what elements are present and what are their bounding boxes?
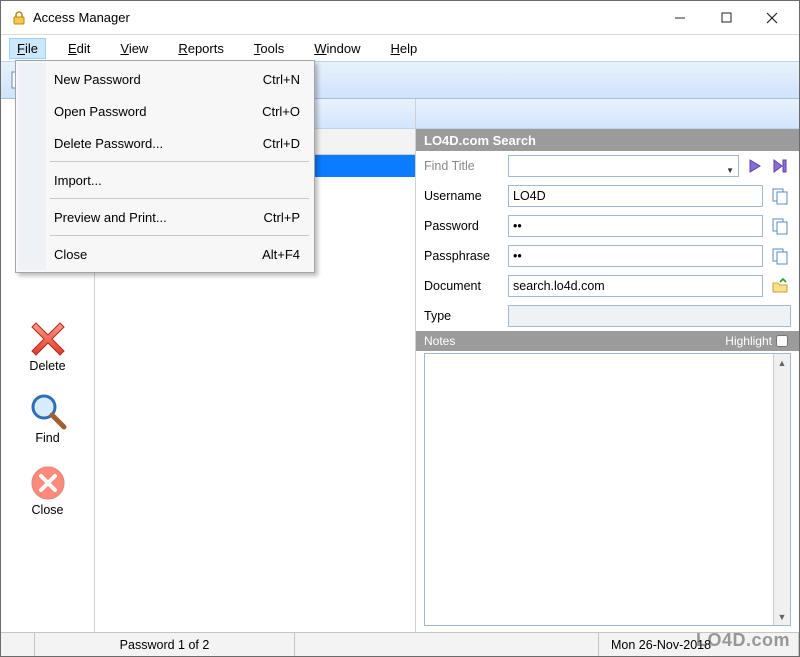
password-field[interactable]: •• [508,215,763,237]
detail-panel: LO4D.com Search Find Title ▼ Username LO… [415,99,799,632]
menu-edit[interactable]: Edit [60,38,98,59]
window-title: Access Manager [33,10,657,25]
document-field[interactable]: search.lo4d.com [508,275,763,297]
menubar: File Edit View Reports Tools Window Help [1,35,799,61]
notes-label: Notes [424,334,455,348]
menu-help[interactable]: Help [382,38,425,59]
folder-open-icon [771,277,789,295]
open-document-button[interactable] [769,275,791,297]
file-menu-preview-print[interactable]: Preview and Print... Ctrl+P [18,201,312,233]
close-label: Close [32,503,64,517]
passphrase-field[interactable]: •• [508,245,763,267]
username-field[interactable]: LO4D [508,185,763,207]
delete-label: Delete [29,359,65,373]
copy-icon [771,217,789,235]
scroll-down-icon[interactable]: ▼ [774,608,790,625]
notes-textarea[interactable]: ▲ ▼ [424,353,791,626]
menu-file[interactable]: File [9,38,46,59]
highlight-label: Highlight [725,334,772,348]
minimize-button[interactable] [657,4,703,32]
menu-reports[interactable]: Reports [170,38,232,59]
combo-caret-icon: ▼ [726,161,734,181]
scroll-up-icon[interactable]: ▲ [774,354,790,371]
copy-passphrase-button[interactable] [769,245,791,267]
find-button[interactable]: Find [8,391,88,445]
app-lock-icon [11,10,27,26]
find-title-combo[interactable]: ▼ [508,155,739,177]
copy-username-button[interactable] [769,185,791,207]
highlight-checkbox[interactable] [776,335,788,347]
delete-x-icon [28,319,68,359]
type-field[interactable] [508,305,791,327]
status-count: Password 1 of 2 [35,633,295,656]
statusbar: Password 1 of 2 Mon 26-Nov-2018 [1,632,799,656]
password-label: Password [424,219,502,233]
delete-button[interactable]: Delete [8,319,88,373]
panel-title: LO4D.com Search [416,129,799,151]
file-menu-dropdown: New Password Ctrl+N Open Password Ctrl+O… [15,60,315,273]
play-end-button[interactable] [771,156,791,176]
find-label: Find [35,431,59,445]
copy-password-button[interactable] [769,215,791,237]
notes-scrollbar[interactable]: ▲ ▼ [773,354,790,625]
close-button[interactable]: Close [8,463,88,517]
file-menu-close[interactable]: Close Alt+F4 [18,238,312,270]
find-magnifier-icon [28,391,68,431]
menu-view[interactable]: View [112,38,156,59]
file-menu-new[interactable]: New Password Ctrl+N [18,63,312,95]
file-menu-delete[interactable]: Delete Password... Ctrl+D [18,127,312,159]
close-circle-icon [28,463,68,503]
titlebar: Access Manager [1,1,799,35]
file-menu-open[interactable]: Open Password Ctrl+O [18,95,312,127]
copy-icon [771,247,789,265]
menu-window[interactable]: Window [306,38,368,59]
watermark: LO4D.com [696,630,790,651]
notes-header: Notes Highlight [416,331,799,351]
file-menu-import[interactable]: Import... [18,164,312,196]
passphrase-label: Passphrase [424,249,502,263]
close-window-button[interactable] [749,4,795,32]
copy-icon [771,187,789,205]
document-label: Document [424,279,502,293]
app-window: Access Manager File Edit View Reports To… [0,0,800,657]
find-title-label: Find Title [424,159,502,173]
username-label: Username [424,189,502,203]
maximize-button[interactable] [703,4,749,32]
play-button[interactable] [745,156,765,176]
menu-tools[interactable]: Tools [246,38,292,59]
type-label: Type [424,309,502,323]
